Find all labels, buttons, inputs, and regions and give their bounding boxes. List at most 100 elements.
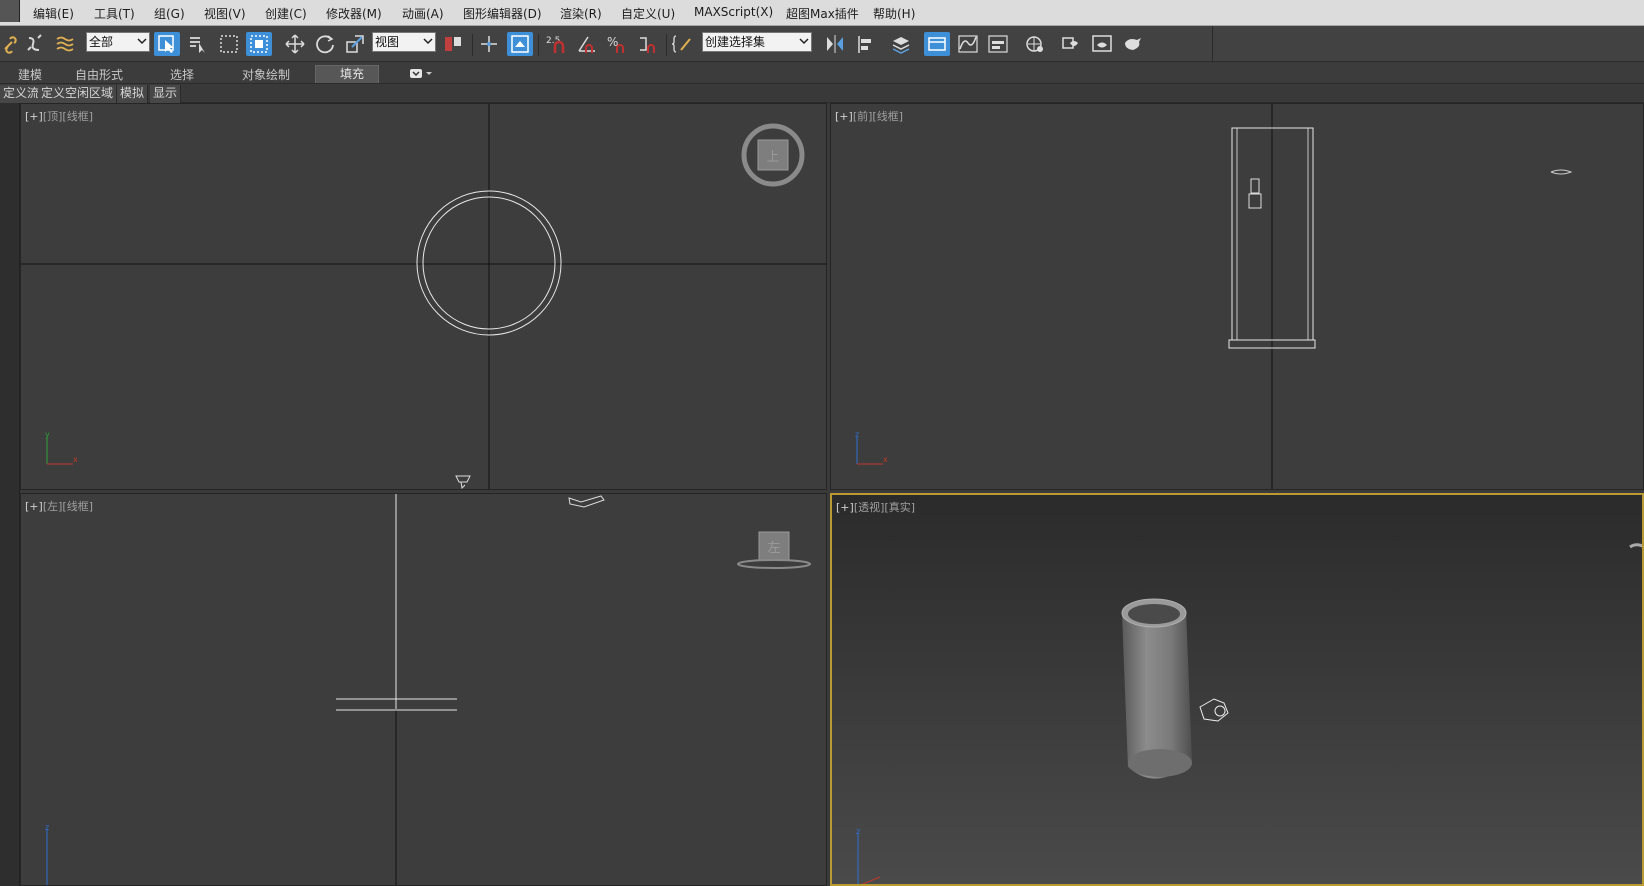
camera-icon: [455, 475, 471, 489]
unlink-icon[interactable]: [22, 32, 48, 56]
layer-manager-icon[interactable]: [888, 32, 914, 56]
chevron-down-icon: [137, 38, 147, 45]
viewport-top-plus[interactable]: [+]: [25, 110, 43, 123]
menu-tools[interactable]: 工具(T): [94, 5, 135, 22]
app-menu-button[interactable]: [0, 0, 20, 22]
reference-coordinate-dropdown[interactable]: 视图: [372, 32, 436, 52]
display-button[interactable]: 显示: [150, 85, 182, 103]
reference-coordinate-value: 视图: [375, 35, 400, 49]
menu-animation[interactable]: 动画(A): [402, 5, 444, 22]
tab-freeform[interactable]: 自由形式: [75, 66, 123, 83]
viewport-front-view[interactable]: [前]: [853, 110, 873, 123]
viewport-top-view[interactable]: [顶]: [43, 110, 63, 123]
bind-spacewarp-icon[interactable]: [52, 32, 78, 56]
angle-snap-icon[interactable]: [574, 32, 600, 56]
selection-filter-dropdown[interactable]: 全部: [86, 32, 150, 52]
axis-tripod: z: [45, 823, 49, 885]
viewport-top-canvas: 上 y x: [21, 104, 826, 489]
axis-y-label: y: [45, 430, 50, 439]
viewport-perspective[interactable]: [+][透视][真实] z: [830, 493, 1644, 886]
tab-populate[interactable]: 填充: [315, 65, 380, 83]
viewport-top-shading[interactable]: [线框]: [62, 110, 93, 123]
viewport-left-view[interactable]: [左]: [43, 500, 63, 513]
tab-selection[interactable]: 选择: [170, 66, 194, 83]
axis-tripod: z: [856, 827, 881, 884]
keyboard-shortcut-override-icon[interactable]: [507, 32, 533, 56]
viewport-perspective-shading[interactable]: [真实]: [884, 501, 915, 514]
named-selection-set-dropdown[interactable]: 创建选择集: [702, 32, 812, 52]
axis-z-label: z: [45, 823, 49, 832]
main-toolbar: 全部 视图 2.5 % 创建选择集: [0, 26, 1644, 62]
chevron-down-icon: [799, 38, 809, 45]
viewport-perspective-view[interactable]: [透视]: [854, 501, 885, 514]
camera-icon: [1248, 178, 1262, 209]
viewport-top[interactable]: [+][顶][线框] 上 y x: [20, 103, 827, 490]
rectangular-selection-icon[interactable]: [216, 32, 242, 56]
viewport-top-label[interactable]: [+][顶][线框]: [25, 108, 93, 124]
viewport-left-plus[interactable]: [+]: [25, 500, 43, 513]
define-idle-areas-button[interactable]: 定义空闲区域: [38, 85, 118, 103]
pivot-center-icon[interactable]: [440, 32, 466, 56]
menu-plugin[interactable]: 超图Max插件: [786, 5, 859, 22]
ribbon-options-icon[interactable]: [410, 68, 436, 80]
viewcube-left: 左: [737, 531, 811, 569]
toolbar-end: [1212, 26, 1213, 62]
snaps-toggle-icon[interactable]: 2.5: [543, 32, 569, 56]
schematic-view-icon[interactable]: [985, 32, 1011, 56]
axis-x-label: x: [73, 455, 78, 464]
select-object-icon[interactable]: [154, 32, 180, 56]
rotate-icon[interactable]: [312, 32, 338, 56]
offscreen-object-icon: [1550, 169, 1573, 175]
viewport-front[interactable]: [+][前][线框] z x: [830, 103, 1644, 490]
viewport-front-label[interactable]: [+][前][线框]: [835, 108, 903, 124]
curve-editor-icon[interactable]: [955, 32, 981, 56]
menu-views[interactable]: 视图(V): [204, 5, 246, 22]
edit-named-selection-icon[interactable]: [670, 32, 696, 56]
populate-subbar: 定义流 定义空闲区域 模拟 显示: [0, 85, 1644, 103]
scene-explorer-icon[interactable]: [924, 32, 950, 56]
render-setup-icon[interactable]: [1058, 32, 1084, 56]
menu-edit[interactable]: 编辑(E): [33, 5, 74, 22]
menu-create[interactable]: 创建(C): [265, 5, 307, 22]
viewport-perspective-plus[interactable]: [+]: [836, 501, 854, 514]
viewport-front-shading[interactable]: [线框]: [872, 110, 903, 123]
window-crossing-icon[interactable]: [246, 32, 272, 56]
axis-z-label: z: [855, 430, 859, 439]
material-editor-icon[interactable]: [1022, 32, 1048, 56]
move-icon[interactable]: [282, 32, 308, 56]
viewport-left-canvas: 左 z: [45, 494, 811, 885]
tab-object-paint[interactable]: 对象绘制: [242, 66, 290, 83]
percent-snap-icon[interactable]: %: [604, 32, 630, 56]
render-production-icon[interactable]: [1120, 32, 1146, 56]
viewcube-ring: [737, 559, 811, 569]
tab-modeling[interactable]: 建模: [18, 66, 42, 83]
simulate-button[interactable]: 模拟: [117, 85, 149, 103]
viewport-left-label[interactable]: [+][左][线框]: [25, 498, 93, 514]
menu-modifiers[interactable]: 修改器(M): [326, 5, 382, 22]
rendered-frame-window-icon[interactable]: [1089, 32, 1115, 56]
viewcube-ring-partial: [1629, 543, 1642, 549]
spinner-snap-icon[interactable]: [634, 32, 660, 56]
viewport-front-canvas: z x: [855, 104, 1573, 489]
axis-z-label: z: [856, 827, 860, 836]
select-by-name-icon[interactable]: [185, 32, 211, 56]
viewport-perspective-label[interactable]: [+][透视][真实]: [836, 499, 915, 515]
menu-group[interactable]: 组(G): [154, 5, 185, 22]
menu-graph-editors[interactable]: 图形编辑器(D): [463, 5, 542, 22]
scale-icon[interactable]: [342, 32, 368, 56]
tube-3d-object: [1121, 598, 1192, 779]
menu-rendering[interactable]: 渲染(R): [560, 5, 602, 22]
viewport-left-shading[interactable]: [线框]: [62, 500, 93, 513]
viewport-left[interactable]: [+][左][线框] 左 z: [20, 493, 827, 886]
axis-tripod: y x: [45, 430, 78, 465]
mirror-icon[interactable]: [822, 32, 848, 56]
menu-customize[interactable]: 自定义(U): [621, 5, 675, 22]
align-icon[interactable]: [853, 32, 879, 56]
select-manipulate-icon[interactable]: [476, 32, 502, 56]
menu-maxscript[interactable]: MAXScript(X): [694, 5, 773, 19]
menu-help[interactable]: 帮助(H): [873, 5, 915, 22]
viewcube-top: 上: [741, 123, 805, 187]
define-flows-button[interactable]: 定义流: [0, 85, 44, 103]
chevron-down-icon: [423, 38, 433, 45]
viewport-front-plus[interactable]: [+]: [835, 110, 853, 123]
